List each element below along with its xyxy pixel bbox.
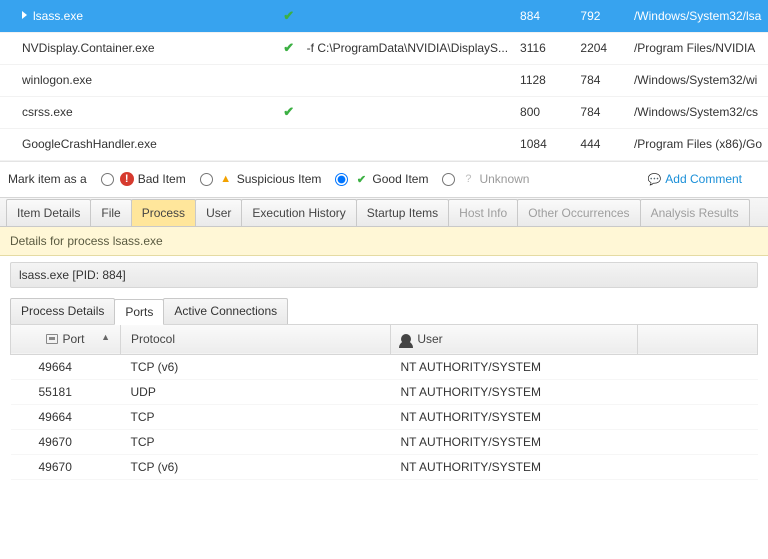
proc-ppid: 784 bbox=[574, 96, 628, 128]
proc-name: lsass.exe bbox=[0, 0, 277, 32]
proc-name: NVDisplay.Container.exe bbox=[0, 32, 277, 64]
proc-pid: 800 bbox=[514, 96, 574, 128]
check-icon: ✔ bbox=[283, 8, 294, 23]
check-icon: ✔ bbox=[354, 172, 368, 186]
proc-args bbox=[301, 128, 514, 160]
tab-user[interactable]: User bbox=[195, 199, 242, 226]
sort-asc-icon: ▲ bbox=[101, 332, 110, 342]
bad-icon: ! bbox=[120, 172, 134, 186]
col-spare bbox=[638, 324, 758, 354]
tab-startup-items[interactable]: Startup Items bbox=[356, 199, 449, 226]
inner-tab-process-details[interactable]: Process Details bbox=[10, 298, 115, 324]
port-value: 55181 bbox=[11, 379, 121, 404]
inner-tab-ports[interactable]: Ports bbox=[114, 299, 164, 325]
col-user[interactable]: User bbox=[391, 324, 638, 354]
tab-analysis-results: Analysis Results bbox=[640, 199, 750, 226]
mark-label: Mark item as a bbox=[8, 172, 87, 186]
port-user: NT AUTHORITY/SYSTEM bbox=[391, 429, 638, 454]
proc-args bbox=[301, 64, 514, 96]
proc-path: /Windows/System32/wi bbox=[628, 64, 768, 96]
proc-path: /Windows/System32/cs bbox=[628, 96, 768, 128]
proc-check: ✔ bbox=[277, 96, 301, 128]
check-icon: ✔ bbox=[283, 104, 294, 119]
tab-process[interactable]: Process bbox=[131, 199, 196, 226]
process-row[interactable]: winlogon.exe 1128784/Windows/System32/wi bbox=[0, 64, 768, 96]
proc-pid: 884 bbox=[514, 0, 574, 32]
detail-tabs: Item DetailsFileProcessUserExecution His… bbox=[0, 197, 768, 227]
proc-pid: 1084 bbox=[514, 128, 574, 160]
port-proto: TCP bbox=[121, 429, 391, 454]
proc-pid: 3116 bbox=[514, 32, 574, 64]
mark-bar: Mark item as a !Bad Item ▲Suspicious Ite… bbox=[0, 161, 768, 197]
plug-icon bbox=[46, 334, 58, 344]
inner-tabs: Process DetailsPortsActive Connections bbox=[10, 298, 758, 325]
tab-other-occurrences: Other Occurrences bbox=[517, 199, 640, 226]
port-row[interactable]: 49664TCPNT AUTHORITY/SYSTEM bbox=[11, 404, 758, 429]
proc-ppid: 792 bbox=[574, 0, 628, 32]
proc-path: /Program Files (x86)/Go bbox=[628, 128, 768, 160]
proc-ppid: 444 bbox=[574, 128, 628, 160]
port-row[interactable]: 49670TCPNT AUTHORITY/SYSTEM bbox=[11, 429, 758, 454]
proc-name: GoogleCrashHandler.exe bbox=[0, 128, 277, 160]
port-value: 49664 bbox=[11, 404, 121, 429]
proc-name: winlogon.exe bbox=[0, 64, 277, 96]
port-user: NT AUTHORITY/SYSTEM bbox=[391, 354, 638, 379]
question-icon: ? bbox=[461, 172, 475, 186]
mark-suspicious[interactable]: ▲Suspicious Item bbox=[200, 172, 322, 186]
proc-check: ✔ bbox=[277, 32, 301, 64]
port-user: NT AUTHORITY/SYSTEM bbox=[391, 404, 638, 429]
inner-tab-active-connections[interactable]: Active Connections bbox=[163, 298, 288, 324]
port-value: 49664 bbox=[11, 354, 121, 379]
proc-ppid: 784 bbox=[574, 64, 628, 96]
proc-pid: 1128 bbox=[514, 64, 574, 96]
proc-args bbox=[301, 96, 514, 128]
port-row[interactable]: 49670TCP (v6)NT AUTHORITY/SYSTEM bbox=[11, 454, 758, 479]
comment-icon: 💬 bbox=[647, 172, 661, 186]
port-proto: TCP (v6) bbox=[121, 354, 391, 379]
proc-path: /Windows/System32/lsa bbox=[628, 0, 768, 32]
process-row[interactable]: lsass.exe ✔ 884792/Windows/System32/lsa bbox=[0, 0, 768, 32]
col-port[interactable]: Port▲ bbox=[11, 324, 121, 354]
add-comment-link[interactable]: 💬Add Comment bbox=[647, 172, 742, 186]
port-proto: TCP (v6) bbox=[121, 454, 391, 479]
port-value: 49670 bbox=[11, 429, 121, 454]
mark-bad[interactable]: !Bad Item bbox=[101, 172, 186, 186]
proc-name: csrss.exe bbox=[0, 96, 277, 128]
process-table[interactable]: lsass.exe✔884792/Windows/System32/lsaNVD… bbox=[0, 0, 768, 161]
ports-table[interactable]: Port▲ Protocol User 49664TCP (v6)NT AUTH… bbox=[10, 324, 758, 480]
port-user: NT AUTHORITY/SYSTEM bbox=[391, 454, 638, 479]
proc-check: ✔ bbox=[277, 0, 301, 32]
process-row[interactable]: csrss.exe ✔ 800784/Windows/System32/cs bbox=[0, 96, 768, 128]
col-protocol[interactable]: Protocol bbox=[121, 324, 391, 354]
port-proto: TCP bbox=[121, 404, 391, 429]
tab-file[interactable]: File bbox=[90, 199, 131, 226]
port-proto: UDP bbox=[121, 379, 391, 404]
port-user: NT AUTHORITY/SYSTEM bbox=[391, 379, 638, 404]
proc-path: /Program Files/NVIDIA bbox=[628, 32, 768, 64]
port-row[interactable]: 55181UDPNT AUTHORITY/SYSTEM bbox=[11, 379, 758, 404]
proc-args bbox=[301, 0, 514, 32]
expand-icon bbox=[22, 11, 27, 19]
user-icon bbox=[401, 334, 411, 344]
process-row[interactable]: NVDisplay.Container.exe ✔ -f C:\ProgramDat… bbox=[0, 32, 768, 64]
mark-good[interactable]: ✔Good Item bbox=[335, 172, 428, 186]
details-strip: Details for process lsass.exe bbox=[0, 227, 768, 256]
tab-execution-history[interactable]: Execution History bbox=[241, 199, 356, 226]
warning-icon: ▲ bbox=[219, 172, 233, 186]
tab-host-info: Host Info bbox=[448, 199, 518, 226]
proc-args: -f C:\ProgramData\NVIDIA\DisplayS... bbox=[301, 32, 514, 64]
port-row[interactable]: 49664TCP (v6)NT AUTHORITY/SYSTEM bbox=[11, 354, 758, 379]
process-crumb: lsass.exe [PID: 884] bbox=[10, 262, 758, 288]
proc-ppid: 2204 bbox=[574, 32, 628, 64]
proc-check bbox=[277, 128, 301, 160]
tab-item-details[interactable]: Item Details bbox=[6, 199, 91, 226]
check-icon: ✔ bbox=[283, 40, 294, 55]
proc-check bbox=[277, 64, 301, 96]
process-row[interactable]: GoogleCrashHandler.exe 1084444/Program Fi… bbox=[0, 128, 768, 160]
mark-unknown[interactable]: ?Unknown bbox=[442, 172, 529, 186]
port-value: 49670 bbox=[11, 454, 121, 479]
